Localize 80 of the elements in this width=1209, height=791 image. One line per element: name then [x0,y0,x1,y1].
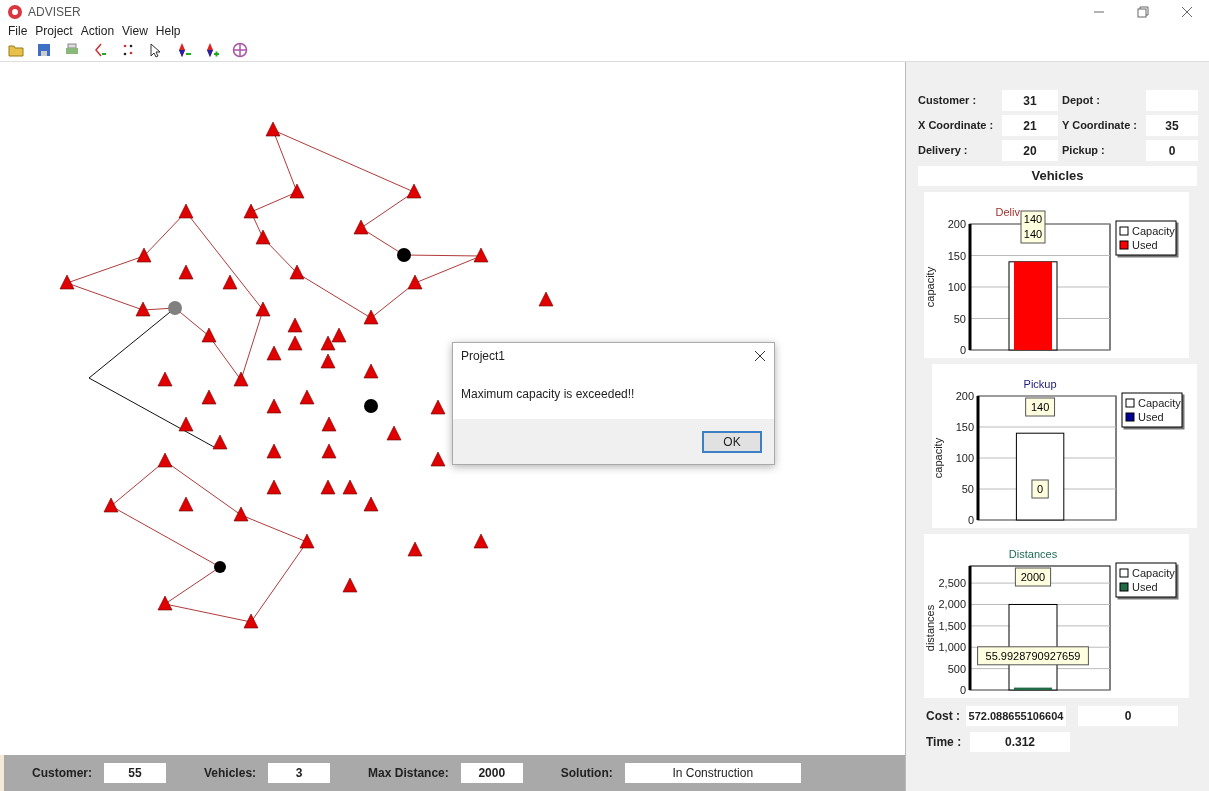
legend-label: Used [1132,581,1158,593]
crosshair-icon[interactable] [232,41,248,58]
dialog-title: Project1 [461,348,506,365]
field-label: Pickup : [1062,143,1106,159]
ok-button[interactable]: OK [702,430,762,453]
value-field[interactable]: 0.312 [970,732,1070,752]
app-icon [8,5,22,19]
legend-label: Used [1132,239,1158,251]
field-label: X Coordinate : [918,118,995,134]
status-field[interactable]: 2000 [460,763,523,783]
legend-label: Capacity [1132,225,1176,237]
tick-label: 50 [953,312,966,325]
tick-label: 100 [955,452,974,464]
vehicles-header: Vehicles [918,166,1197,186]
tick-label: 0 [959,344,966,356]
status-field[interactable]: 55 [104,763,166,783]
dialog-message: Maximum capacity is exceeded!! [461,386,635,403]
tick-label: 2,500 [938,577,966,590]
value-label: 0 [1031,479,1049,499]
status-label: Customer: [32,765,92,782]
chart-title: Distances [1008,548,1058,560]
save-icon[interactable] [36,41,52,58]
used-bar [1014,687,1052,690]
status-label: Max Distance: [368,765,449,782]
menu-item[interactable]: Action [80,22,115,40]
tick-label: 500 [947,662,966,675]
field-label: Y Coordinate : [1062,118,1138,134]
legend [1115,220,1177,256]
legend-label: Capacity [1132,567,1176,579]
menu-item[interactable]: View [122,22,148,40]
tick-label: 150 [955,421,974,433]
tick-label: 50 [961,483,974,495]
menu-item[interactable]: Help [155,22,181,40]
axis-title: capacity [932,437,944,479]
value-label: 55.9928790927659 [977,646,1089,666]
value-field[interactable]: 0 [1146,140,1198,161]
window-title: ADVISER [28,4,81,21]
legend [1121,392,1183,428]
chart-title: Pickup [1023,378,1057,390]
tick-label: 1,500 [938,619,966,632]
field-label: Delivery : [918,143,969,159]
chart-title: Deliv [995,206,1020,218]
restore-icon[interactable] [1137,6,1149,18]
value-field[interactable]: 21 [1002,115,1058,136]
remove-marker-icon[interactable] [176,41,192,58]
value-field[interactable]: 35 [1146,115,1198,136]
status-label: Solution: [560,765,613,782]
tick-label: 200 [955,390,974,402]
tick-label: 0 [967,514,974,526]
value-field[interactable]: 0 [1078,706,1178,726]
menu-item[interactable]: File [8,22,28,40]
tick-label: 1,000 [938,641,966,654]
status-field[interactable]: 3 [268,763,331,783]
tick-label: 150 [947,249,966,262]
route-icon[interactable] [92,41,108,58]
axis-title: capacity [924,266,936,308]
legend-label: Used [1138,411,1164,423]
menu-item[interactable]: Project [35,22,73,40]
tick-label: 100 [947,281,966,293]
close-icon[interactable] [754,350,766,362]
value-label: 2000 [1014,567,1052,587]
value-field[interactable]: 31 [1002,90,1058,111]
cost-label: Cost : [926,708,960,725]
value-label: 140 [1025,397,1056,417]
time-label: Time : [926,734,963,751]
axis-title: distances [924,604,936,652]
value-field[interactable]: 20 [1002,140,1058,161]
tick-label: 0 [959,684,966,696]
tick-label: 2,000 [938,598,966,611]
tick-label: 200 [947,218,966,230]
value-field[interactable]: 572.088655106604 [966,706,1066,726]
close-icon[interactable] [1181,6,1193,18]
status-label: Vehicles: [204,765,257,782]
status-field[interactable]: In Construction [624,763,801,783]
legend [1115,562,1177,598]
legend-label: Capacity [1138,397,1182,409]
field-label: Customer : [918,93,978,109]
value-label: 140 140 [1020,210,1046,244]
add-marker-icon[interactable] [204,41,220,58]
field-label: Depot : [1062,93,1101,109]
